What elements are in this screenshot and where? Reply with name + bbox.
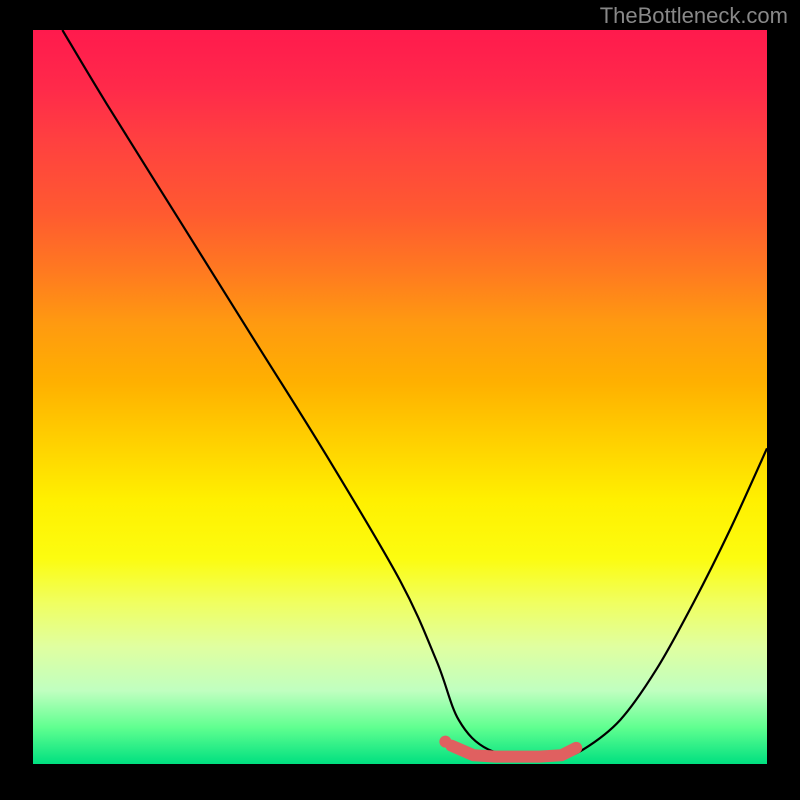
watermark-text: TheBottleneck.com — [600, 3, 788, 29]
optimal-range-markers — [439, 736, 451, 748]
chart-plot-area — [33, 30, 767, 764]
bottleneck-curve — [62, 30, 767, 758]
optimal-range-line — [451, 746, 576, 757]
chart-svg — [33, 30, 767, 764]
